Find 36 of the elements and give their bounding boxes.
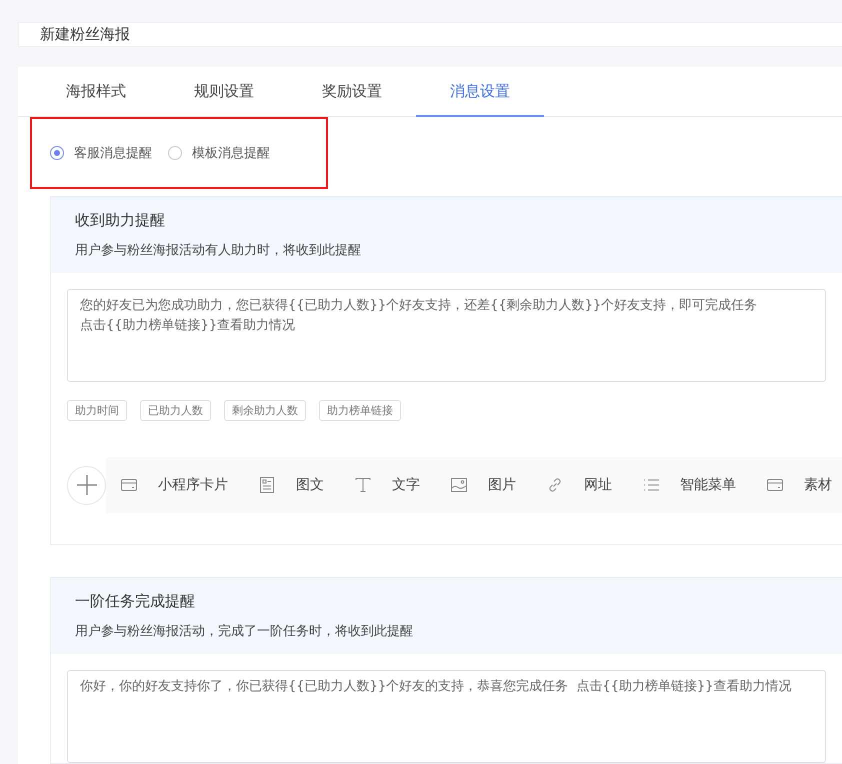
toolbar-button[interactable]: 文字 — [354, 476, 420, 494]
toolbar-button[interactable]: 智能菜单 — [642, 476, 736, 494]
tab[interactable]: 规则设置 — [160, 67, 288, 117]
radio-button[interactable] — [168, 146, 182, 160]
message-field[interactable]: 您的好友已为您成功助力，您已获得{{已助力人数}}个好友支持，还差{{剩余助力人数}}个好友支持，即可完成任务 点击{{助力榜单链接}}查看助力情况 — [67, 289, 826, 382]
variable-tag[interactable]: 助力榜单链接 — [319, 400, 401, 421]
toolbar-button[interactable]: 小程序卡片 — [120, 476, 228, 494]
card-icon — [766, 476, 784, 494]
card-description: 用户参与粉丝海报活动，完成了一阶任务时，将收到此提醒 — [75, 623, 414, 640]
toolbar-button[interactable]: 素材 — [766, 476, 832, 494]
variable-tag[interactable]: 已助力人数 — [140, 400, 211, 421]
message-line: 点击{{助力榜单链接}}查看助力情况 — [80, 317, 296, 335]
toolbar-button[interactable]: 图片 — [450, 476, 516, 494]
tab[interactable]: 奖励设置 — [288, 67, 416, 117]
add-button[interactable] — [67, 466, 106, 504]
radio-label[interactable]: 模板消息提醒 — [192, 144, 270, 162]
image-icon — [450, 476, 468, 494]
toolbar-button[interactable]: 图文 — [258, 476, 324, 494]
article-icon — [258, 476, 276, 494]
tab[interactable]: 海报样式 — [32, 67, 160, 117]
tab[interactable]: 消息设置 — [416, 67, 544, 117]
card-icon — [120, 476, 138, 494]
card-description: 用户参与粉丝海报活动有人助力时，将收到此提醒 — [75, 242, 362, 259]
toolbar-button[interactable]: 网址 — [546, 476, 612, 494]
radio-button[interactable] — [50, 146, 64, 160]
plus-icon — [76, 474, 98, 496]
message-field[interactable]: 你好，你的好友支持你了，你已获得{{已助力人数}}个好友的支持，恭喜您完成任务 点击{{助力榜单链接}}查看助力情况 — [67, 670, 826, 763]
message-line: 您的好友已为您成功助力，您已获得{{已助力人数}}个好友支持，还差{{剩余助力人数}}个好友支持，即可完成任务 — [80, 297, 758, 315]
message-line: 你好，你的好友支持你了，你已获得{{已助力人数}}个好友的支持，恭喜您完成任务 点击{{助力榜单链接}}查看助力情况 — [80, 678, 792, 696]
text-icon — [354, 476, 372, 494]
variable-tag[interactable]: 助力时间 — [67, 400, 127, 421]
card-title: 收到助力提醒 — [75, 211, 166, 230]
card-title: 一阶任务完成提醒 — [75, 592, 196, 611]
variable-tag[interactable]: 剩余助力人数 — [224, 400, 306, 421]
radio-label[interactable]: 客服消息提醒 — [74, 144, 152, 162]
page-title: 新建粉丝海报 — [40, 25, 130, 44]
